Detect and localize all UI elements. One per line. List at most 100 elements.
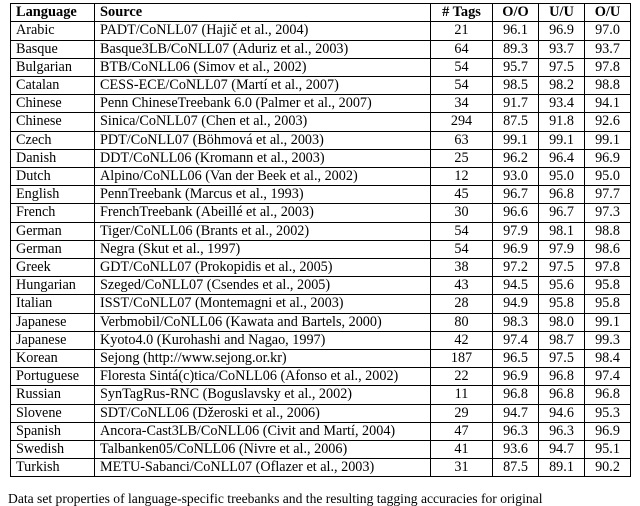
cell-ou: 97.0 <box>584 21 631 41</box>
table-row: Italian ISST/CoNLL07 (Montemagni et al., … <box>10 294 631 314</box>
table-row: Bulgarian BTB/CoNLL06 (Simov et al., 2002… <box>10 57 631 78</box>
cell-language: Arabic <box>10 21 95 41</box>
cell-uu: 89.1 <box>538 458 585 478</box>
table-row: French FrenchTreebank (Abeillé et al., 20… <box>10 203 631 223</box>
cell-uu: 97.5 <box>538 258 585 278</box>
cell-ou: 95.0 <box>584 167 631 187</box>
cell-language: Slovene <box>10 403 95 423</box>
cell-source: CESS-ECE/CoNLL07 (Martí et al., 2007) <box>94 76 431 96</box>
cell-source: Alpino/CoNLL06 (Van der Beek et al., 200… <box>94 167 431 187</box>
table-row: Turkish METU-Sabanci/CoNLL07 (Oflazer et … <box>10 458 631 478</box>
cell-language: Japanese <box>10 312 95 332</box>
cell-language: Japanese <box>10 330 95 351</box>
cell-tags: 30 <box>430 203 493 223</box>
cell-tags: 54 <box>430 57 493 78</box>
cell-source: PDT/CoNLL07 (Böhmová et al., 2003) <box>94 130 431 150</box>
cell-ou: 97.3 <box>584 203 631 223</box>
table-row: Japanese Kyoto4.0 (Kurohashi and Nagao, 1… <box>10 330 631 351</box>
cell-source: Negra (Skut et al., 1997) <box>94 239 431 260</box>
cell-source: GDT/CoNLL07 (Prokopidis et al., 2005) <box>94 258 431 278</box>
cell-source: PADT/CoNLL07 (Hajič et al., 2004) <box>94 21 431 41</box>
table-row: Czech PDT/CoNLL07 (Böhmová et al., 2003) 6… <box>10 130 631 150</box>
cell-language: English <box>10 185 95 205</box>
cell-uu: 99.1 <box>538 130 585 150</box>
table-header-row: Language Source # Tags O/O U/U O/U <box>10 2 631 23</box>
table-row: Slovene SDT/CoNLL06 (Džeroski et al., 200… <box>10 403 631 423</box>
table-row: Portuguese Floresta Sintá(c)tica/CoNLL06 … <box>10 367 631 387</box>
cell-language: Turkish <box>10 458 95 478</box>
cell-tags: 47 <box>430 421 493 442</box>
cell-oo: 87.5 <box>492 458 539 478</box>
table-row: Spanish Ancora-Cast3LB/CoNLL06 (Civit and… <box>10 421 631 442</box>
cell-tags: 38 <box>430 258 493 278</box>
cell-source: Szeged/CoNLL07 (Csendes et al., 2005) <box>94 276 431 296</box>
cell-ou: 95.8 <box>584 294 631 314</box>
cell-oo: 96.2 <box>492 148 539 169</box>
cell-uu: 96.8 <box>538 367 585 387</box>
cell-oo: 96.5 <box>492 349 539 369</box>
cell-oo: 94.9 <box>492 294 539 314</box>
cell-oo: 97.4 <box>492 330 539 351</box>
cell-tags: 43 <box>430 276 493 296</box>
cell-uu: 93.7 <box>538 39 585 59</box>
cell-language: Greek <box>10 258 95 278</box>
table-row: Chinese Sinica/CoNLL07 (Chen et al., 2003… <box>10 112 631 132</box>
table-row: Swedish Talbanken05/CoNLL06 (Nivre et al.… <box>10 440 631 460</box>
cell-ou: 90.2 <box>584 458 631 478</box>
cell-tags: 28 <box>430 294 493 314</box>
table-row: Chinese Penn ChineseTreebank 6.0 (Palmer … <box>10 94 631 114</box>
column-header-tags: # Tags <box>430 2 493 23</box>
cell-tags: 25 <box>430 148 493 169</box>
cell-tags: 42 <box>430 330 493 351</box>
cell-ou: 96.9 <box>584 421 631 442</box>
column-header-source: Source <box>94 2 431 23</box>
cell-source: Kyoto4.0 (Kurohashi and Nagao, 1997) <box>94 330 431 351</box>
column-header-oo: O/O <box>492 2 539 23</box>
cell-source: DDT/CoNLL06 (Kromann et al., 2003) <box>94 148 431 169</box>
cell-language: Korean <box>10 349 95 369</box>
cell-language: Chinese <box>10 94 95 114</box>
cell-language: Danish <box>10 148 95 169</box>
table-row: Russian SynTagRus-RNC (Boguslavsky et al.… <box>10 385 631 405</box>
cell-tags: 80 <box>430 312 493 332</box>
table-row: German Tiger/CoNLL06 (Brants et al., 2002… <box>10 221 631 241</box>
cell-tags: 21 <box>430 21 493 41</box>
cell-tags: 187 <box>430 349 493 369</box>
cell-oo: 98.3 <box>492 312 539 332</box>
cell-oo: 94.7 <box>492 403 539 423</box>
cell-ou: 98.8 <box>584 76 631 96</box>
cell-ou: 92.6 <box>584 112 631 132</box>
cell-source: Basque3LB/CoNLL07 (Aduriz et al., 2003) <box>94 39 431 59</box>
cell-uu: 94.6 <box>538 403 585 423</box>
cell-ou: 95.1 <box>584 440 631 460</box>
cell-ou: 93.7 <box>584 39 631 59</box>
cell-oo: 95.7 <box>492 57 539 78</box>
cell-ou: 95.8 <box>584 276 631 296</box>
cell-ou: 99.1 <box>584 312 631 332</box>
table-row: Danish DDT/CoNLL06 (Kromann et al., 2003)… <box>10 148 631 169</box>
cell-tags: 31 <box>430 458 493 478</box>
cell-ou: 96.9 <box>584 148 631 169</box>
cell-uu: 98.2 <box>538 76 585 96</box>
cell-oo: 98.5 <box>492 76 539 96</box>
cell-ou: 96.8 <box>584 385 631 405</box>
cell-ou: 97.7 <box>584 185 631 205</box>
cell-oo: 93.0 <box>492 167 539 187</box>
cell-source: PennTreebank (Marcus et al., 1993) <box>94 185 431 205</box>
cell-language: German <box>10 239 95 260</box>
cell-tags: 12 <box>430 167 493 187</box>
table-row: English PennTreebank (Marcus et al., 1993… <box>10 185 631 205</box>
cell-language: Portuguese <box>10 367 95 387</box>
figure-caption: Data set properties of language-specific… <box>8 491 543 506</box>
cell-uu: 97.9 <box>538 239 585 260</box>
table-header: Language Source # Tags O/O U/U O/U <box>10 2 631 23</box>
cell-source: METU-Sabanci/CoNLL07 (Oflazer et al., 20… <box>94 458 431 478</box>
cell-tags: 11 <box>430 385 493 405</box>
cell-ou: 98.8 <box>584 221 631 241</box>
table-row: Arabic PADT/CoNLL07 (Hajič et al., 2004) 2… <box>10 21 631 41</box>
cell-tags: 63 <box>430 130 493 150</box>
cell-uu: 94.7 <box>538 440 585 460</box>
cell-source: BTB/CoNLL06 (Simov et al., 2002) <box>94 57 431 78</box>
cell-source: SynTagRus-RNC (Boguslavsky et al., 2002) <box>94 385 431 405</box>
cell-uu: 98.1 <box>538 221 585 241</box>
